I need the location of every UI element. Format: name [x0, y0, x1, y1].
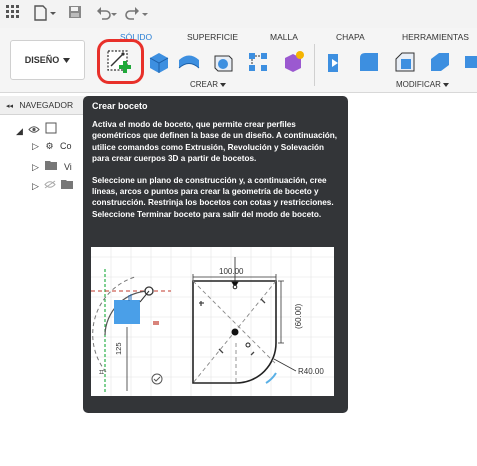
- workspace-label: DISEÑO: [24, 55, 60, 65]
- grid-menu-icon[interactable]: [6, 5, 20, 23]
- tooltip-title: Crear boceto: [92, 101, 148, 111]
- dim-radius-label: R40.00: [298, 367, 324, 376]
- workspace-selector[interactable]: DISEÑO: [10, 40, 85, 80]
- tab-sheet-metal[interactable]: CHAPA: [336, 32, 365, 42]
- quick-access-toolbar: [0, 0, 477, 28]
- shell-icon[interactable]: [428, 50, 452, 74]
- tab-mesh[interactable]: MALLA: [270, 32, 298, 42]
- save-icon[interactable]: [68, 5, 82, 23]
- tooltip-description: Activa el modo de boceto, que permite cr…: [92, 120, 338, 164]
- redo-icon[interactable]: [125, 5, 149, 23]
- gear-icon: ⚙: [45, 141, 54, 151]
- chevron-down-icon: [63, 57, 71, 63]
- tree-item-views[interactable]: ▷ Vi: [32, 160, 72, 173]
- tab-tools[interactable]: HERRAMIENTAS: [402, 32, 469, 42]
- browser-header[interactable]: ◂◂ NAVEGADOR: [0, 96, 85, 115]
- ribbon-divider: [314, 44, 315, 86]
- revolve-icon[interactable]: [211, 50, 235, 74]
- hidden-eye-icon[interactable]: [44, 180, 57, 189]
- group-modify-label: MODIFICAR: [396, 80, 441, 89]
- tree-item-settings[interactable]: ▷ ⚙ Co: [32, 141, 72, 152]
- dim-width-label: 100.00: [219, 267, 244, 276]
- press-pull-icon[interactable]: [322, 50, 346, 74]
- group-create[interactable]: CREAR: [190, 80, 227, 89]
- group-create-label: CREAR: [190, 80, 219, 89]
- tooltip-create-sketch: Crear boceto Activa el modo de boceto, q…: [83, 96, 348, 413]
- pattern-icon[interactable]: [246, 50, 270, 74]
- expand-arrow-icon[interactable]: ◢: [16, 126, 23, 136]
- create-form-icon[interactable]: [281, 50, 305, 74]
- extrude-icon[interactable]: [177, 50, 201, 74]
- tree-root-row[interactable]: ◢: [16, 122, 57, 137]
- chamfer-icon[interactable]: [393, 50, 417, 74]
- tree-item-label: Co: [60, 141, 72, 151]
- dim-height-label: (60.00): [294, 303, 303, 329]
- expand-arrow-icon[interactable]: ▷: [32, 181, 39, 191]
- tree-item-label: Vi: [63, 162, 72, 172]
- tooltip-instructions: Seleccione un plano de construcción y, a…: [92, 175, 334, 219]
- visibility-eye-icon[interactable]: [28, 125, 41, 134]
- tree-item-origin[interactable]: ▷: [32, 179, 73, 192]
- expand-arrow-icon[interactable]: ▷: [32, 141, 39, 151]
- tooltip-illustration: 125 ⌗ 100.00 (60.00) R40.00: [91, 247, 334, 396]
- folder-icon: [45, 161, 58, 170]
- svg-text:⌗: ⌗: [99, 367, 104, 377]
- group-modify[interactable]: MODIFICAR: [396, 80, 450, 89]
- file-menu-icon[interactable]: [34, 5, 56, 23]
- collapse-icon[interactable]: ◂◂: [6, 103, 13, 110]
- document-icon: [45, 122, 57, 134]
- create-sketch-button[interactable]: [106, 49, 134, 75]
- combine-icon[interactable]: [462, 50, 477, 74]
- folder-icon: [60, 180, 73, 189]
- dim-side-label: 125: [114, 342, 123, 355]
- create-box-icon[interactable]: [147, 50, 171, 74]
- undo-icon[interactable]: [96, 5, 118, 23]
- tab-surface[interactable]: SUPERFICIE: [187, 32, 238, 42]
- create-sketch-icon: [107, 50, 131, 73]
- expand-arrow-icon[interactable]: ▷: [32, 162, 39, 172]
- fillet-icon[interactable]: [357, 50, 381, 74]
- browser-title: NAVEGADOR: [19, 100, 74, 110]
